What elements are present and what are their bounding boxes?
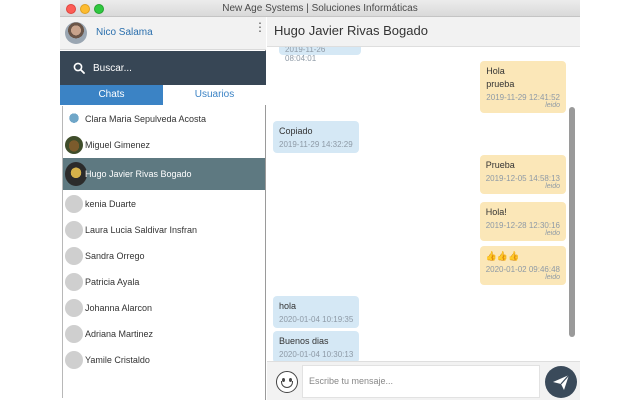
contact-name: Johanna Alarcon (85, 303, 153, 313)
contact-name: Adriana Martinez (85, 329, 154, 339)
contact-avatar (65, 221, 83, 239)
message-timestamp: 2019-11-26 08:04:01 (279, 47, 361, 63)
contact-item[interactable]: Adriana Martinez (63, 321, 265, 347)
contact-name: Miguel Gimenez (85, 140, 151, 150)
search-bar[interactable]: Buscar... (60, 51, 266, 85)
contact-avatar (65, 351, 83, 369)
contact-avatar (65, 325, 83, 343)
contact-avatar (65, 110, 83, 128)
contact-item[interactable]: Laura Lucia Saldivar Insfran (63, 217, 265, 243)
message-text: Prueba (485, 160, 515, 170)
title-bar: New Age Systems | Soluciones Informática… (60, 0, 580, 17)
message-input[interactable]: Escribe tu mensaje... (302, 365, 540, 398)
read-status: leido (545, 230, 560, 237)
tab-bar: Chats Usuarios (60, 85, 266, 105)
contact-name: Patricia Ayala (85, 277, 140, 287)
message-timestamp: 2019-11-29 14:32:29 (279, 140, 353, 149)
contact-name: Laura Lucia Saldivar Insfran (85, 225, 198, 235)
message-outgoing: Hola prueba 2019-11-29 12:41:52 leido (480, 61, 566, 113)
message-text: Copiado (279, 126, 313, 136)
tab-chats[interactable]: Chats (60, 85, 163, 105)
message-text: 👍👍👍 (485, 251, 520, 261)
chat-pane: Hugo Javier Rivas Bogado 2019-11-26 08:0… (267, 17, 580, 400)
chat-header: Hugo Javier Rivas Bogado (267, 17, 580, 47)
contact-avatar (65, 247, 83, 265)
user-avatar[interactable] (65, 22, 87, 44)
read-status: leido (545, 274, 560, 281)
profile-name[interactable]: Nico Salama (96, 27, 153, 38)
send-button[interactable] (545, 366, 577, 398)
send-icon (553, 374, 570, 390)
contact-name: Yamile Cristaldo (85, 355, 150, 365)
contact-avatar (65, 136, 83, 154)
message-outgoing: 👍👍👍 2020-01-02 09:46:48 leido (479, 246, 566, 285)
contact-item[interactable]: Miguel Gimenez (63, 132, 265, 158)
contact-avatar (65, 273, 83, 291)
contact-name: Sandra Orrego (85, 251, 145, 261)
message-outgoing: Hola! 2019-12-28 12:30:16 leido (479, 202, 566, 241)
chat-contact-name: Hugo Javier Rivas Bogado (274, 23, 428, 38)
message-text: Buenos dias (279, 336, 329, 346)
message-timestamp: 2020-01-02 09:46:48 (485, 265, 560, 274)
contact-item[interactable]: kenia Duarte (63, 191, 265, 217)
contact-name: Hugo Javier Rivas Bogado (85, 169, 192, 179)
contact-list: Clara Maria Sepulveda Acosta Miguel Gime… (62, 106, 265, 398)
contact-item[interactable]: Yamile Cristaldo (63, 347, 265, 373)
message-list[interactable]: 2019-11-26 08:04:01 Hola prueba 2019-11-… (267, 47, 580, 361)
message-incoming: Buenos dias 2020-01-04 10:30:13 (273, 331, 360, 361)
app-window: New Age Systems | Soluciones Informática… (60, 0, 580, 400)
message-text: prueba (486, 79, 515, 89)
contact-item[interactable]: Clara Maria Sepulveda Acosta (63, 106, 265, 132)
message-timestamp: 2019-11-29 12:41:52 (486, 93, 560, 102)
scrollbar[interactable] (569, 107, 575, 337)
contact-avatar (65, 195, 83, 213)
message-text: Hola (486, 66, 505, 76)
contact-name: kenia Duarte (85, 199, 137, 209)
message-composer: Escribe tu mensaje... (267, 361, 580, 400)
search-icon (73, 62, 85, 74)
sidebar: Nico Salama ⋮ Buscar... Chats Usuarios C… (60, 17, 266, 400)
contact-name: Clara Maria Sepulveda Acosta (85, 114, 207, 124)
message-incoming: hola 2020-01-04 10:19:35 (273, 296, 360, 328)
contact-item[interactable]: Sandra Orrego (63, 243, 265, 269)
search-input[interactable]: Buscar... (93, 63, 132, 74)
message-timestamp: 2019-12-05 14:58:13 (485, 174, 560, 183)
message-timestamp: 2020-01-04 10:30:13 (279, 350, 354, 359)
read-status: leido (545, 183, 560, 190)
tab-usuarios[interactable]: Usuarios (163, 85, 266, 105)
message-timestamp: 2019-12-28 12:30:16 (485, 221, 560, 230)
more-options-icon[interactable]: ⋮ (254, 21, 266, 41)
window-title: New Age Systems | Soluciones Informática… (222, 3, 418, 14)
contact-avatar (65, 299, 83, 317)
message-incoming: Copiado 2019-11-29 14:32:29 (273, 121, 359, 153)
contact-avatar (65, 162, 87, 186)
read-status: leido (545, 102, 560, 109)
message-outgoing: Prueba 2019-12-05 14:58:13 leido (479, 155, 566, 194)
contact-item-selected[interactable]: Hugo Javier Rivas Bogado (63, 158, 265, 190)
contact-item[interactable]: Patricia Ayala (63, 269, 265, 295)
profile-header: Nico Salama ⋮ (60, 17, 266, 50)
contact-item[interactable]: Johanna Alarcon (63, 295, 265, 321)
message-text: hola (279, 301, 297, 311)
emoji-icon[interactable] (276, 371, 298, 393)
message-text: Hola! (485, 207, 507, 217)
message-timestamp: 2020-01-04 10:19:35 (279, 315, 354, 324)
